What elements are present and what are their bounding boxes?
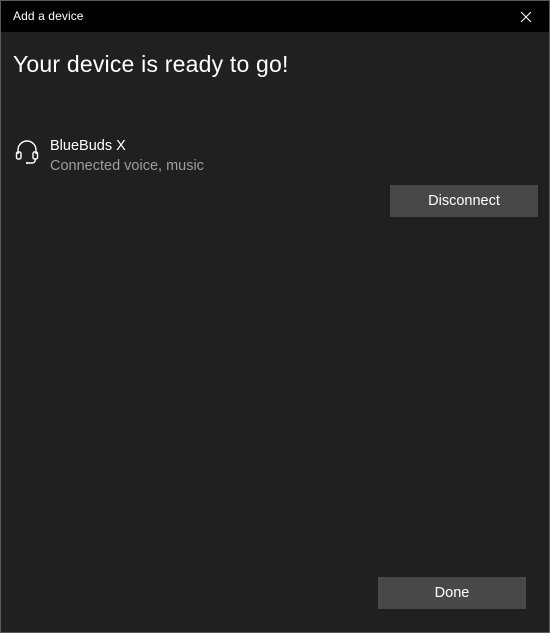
add-device-window: Add a device Your device is ready to go!… xyxy=(0,0,550,633)
close-button[interactable] xyxy=(503,1,549,32)
device-status: Connected voice, music xyxy=(50,158,204,174)
disconnect-button[interactable]: Disconnect xyxy=(390,185,538,217)
done-button[interactable]: Done xyxy=(378,577,526,609)
close-icon xyxy=(520,11,532,23)
device-name: BlueBuds X xyxy=(50,138,126,154)
headset-icon xyxy=(15,139,39,165)
device-list-item: BlueBuds X Connected voice, music xyxy=(13,135,413,179)
window-title: Add a device xyxy=(13,9,84,23)
page-title: Your device is ready to go! xyxy=(13,51,289,77)
title-bar[interactable]: Add a device xyxy=(1,1,549,32)
